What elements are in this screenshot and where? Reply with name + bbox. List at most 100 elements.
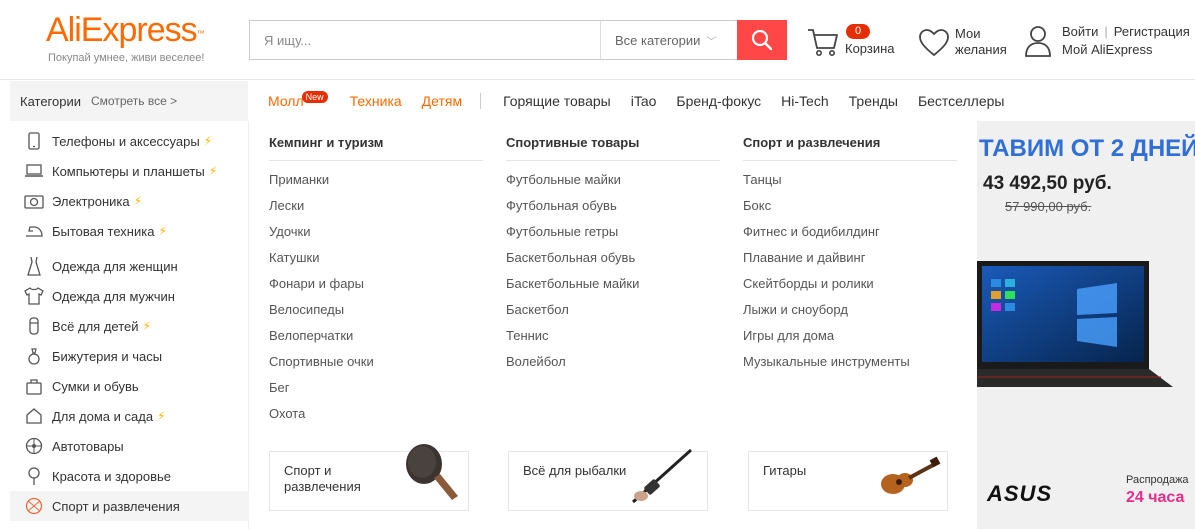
nav-item-kids[interactable]: Детям xyxy=(422,93,462,109)
list-item[interactable]: Лески xyxy=(269,198,304,213)
wishlist[interactable]: Мои желания xyxy=(918,26,1018,62)
list-item[interactable]: Скейтборды и ролики xyxy=(743,276,874,291)
list-item[interactable]: Фонари и фары xyxy=(269,276,364,291)
flash-icon: ⚡ xyxy=(157,409,166,423)
nav-item-itao[interactable]: iTao xyxy=(631,93,657,109)
list-item[interactable]: Музыкальные инструменты xyxy=(743,354,910,369)
basketball-icon xyxy=(24,496,44,516)
login-link[interactable]: Войти xyxy=(1062,24,1098,39)
nav-item-trends[interactable]: Тренды xyxy=(849,93,898,109)
sidebar-item-label: Электроника xyxy=(52,193,130,209)
list-item[interactable]: Бег xyxy=(269,380,290,395)
sidebar-item-kids[interactable]: Всё для детей ⚡ xyxy=(10,311,249,341)
separator: | xyxy=(1104,24,1108,39)
column-title[interactable]: Спорт и развлечения xyxy=(743,135,957,161)
column-title[interactable]: Спортивные товары xyxy=(506,135,720,161)
sidebar-item-label: Компьютеры и планшеты xyxy=(52,163,205,179)
list-item[interactable]: Баскетбольная обувь xyxy=(506,250,635,265)
top-nav: Молл New Техника Детям Горящие товары iTa… xyxy=(268,81,1195,121)
list-item[interactable]: Спортивные очки xyxy=(269,354,374,369)
promo-card-guitars[interactable]: Гитары xyxy=(748,451,948,511)
list-item[interactable]: Футбольные гетры xyxy=(506,224,618,239)
banner-price: 43 492,50 руб. xyxy=(983,173,1112,194)
list-item[interactable]: Игры для дома xyxy=(743,328,834,343)
search-button[interactable] xyxy=(737,20,787,60)
promo-card-fishing[interactable]: Всё для рыбалки xyxy=(508,448,708,511)
user-icon xyxy=(1025,26,1051,57)
ukulele-icon xyxy=(881,456,941,494)
sidebar-item-home-garden[interactable]: Для дома и сада ⚡ xyxy=(10,401,249,431)
flash-icon: ⚡ xyxy=(203,134,213,148)
sidebar-item-computers[interactable]: Компьютеры и планшеты ⚡ xyxy=(10,156,249,186)
sidebar-item-label: Телефоны и аксессуары xyxy=(52,133,200,149)
list-item[interactable]: Удочки xyxy=(269,224,311,239)
nav-item-bestsellers[interactable]: Бестселлеры xyxy=(918,93,1005,109)
promo-label: Спорт и развлечения xyxy=(284,463,361,494)
nav-item-brand-focus[interactable]: Бренд-фокус xyxy=(676,93,761,109)
list-item[interactable]: Теннис xyxy=(506,328,549,343)
category-select[interactable]: Все категории ﹀ xyxy=(600,21,738,59)
list-item[interactable]: Бокс xyxy=(743,198,771,213)
category-dropdown-panel: Кемпинг и туризм Приманки Лески Удочки К… xyxy=(249,121,977,529)
sidebar-item-bags-shoes[interactable]: Сумки и обувь xyxy=(10,371,249,401)
register-link[interactable]: Регистрация xyxy=(1114,24,1190,39)
fishing-rod-icon xyxy=(631,448,693,504)
search-icon xyxy=(751,29,773,51)
nav-item-hi-tech[interactable]: Hi-Tech xyxy=(781,93,828,109)
sidebar-item-sports[interactable]: Спорт и развлечения xyxy=(10,491,249,521)
list-item[interactable]: Велоперчатки xyxy=(269,328,353,343)
categories-title[interactable]: Категории xyxy=(20,94,81,109)
promo-banner[interactable]: ТАВИМ ОТ 2 ДНЕЙ 43 492,50 руб. 57 990,00… xyxy=(977,121,1195,529)
list-item[interactable]: Лыжи и сноуборд xyxy=(743,302,848,317)
list-item[interactable]: Приманки xyxy=(269,172,329,187)
nav-item-tech[interactable]: Техника xyxy=(350,93,402,109)
sidebar-item-label: Одежда для женщин xyxy=(52,258,178,274)
banner-headline: ТАВИМ ОТ 2 ДНЕЙ xyxy=(979,135,1195,162)
ping-pong-paddle-icon xyxy=(406,444,458,500)
sidebar-item-beauty[interactable]: Красота и здоровье xyxy=(10,461,249,491)
list-item[interactable]: Танцы xyxy=(743,172,782,187)
cart-label: Корзина xyxy=(845,41,895,56)
see-all-link[interactable]: Смотреть все > xyxy=(91,94,177,108)
list-item[interactable]: Охота xyxy=(269,406,305,421)
flash-icon: ⚡ xyxy=(208,164,218,178)
list-item[interactable]: Велосипеды xyxy=(269,302,344,317)
sidebar-item-electronics[interactable]: Электроника ⚡ xyxy=(10,186,249,216)
nav-item-hot-deals[interactable]: Горящие товары xyxy=(503,93,611,109)
list-item[interactable]: Фитнес и бодибилдинг xyxy=(743,224,880,239)
sidebar-item-mens-clothing[interactable]: Одежда для мужчин xyxy=(10,281,249,311)
list-item[interactable]: Баскетбол xyxy=(506,302,569,317)
sidebar-item-womens-clothing[interactable]: Одежда для женщин xyxy=(10,251,249,281)
my-aliexpress-link[interactable]: Мой AliExpress xyxy=(1062,42,1153,57)
flash-icon: ⚡ xyxy=(133,194,143,208)
asus-logo: ASUS xyxy=(987,481,1053,506)
list-item[interactable]: Волейбол xyxy=(506,354,566,369)
aliexpress-logo[interactable]: AliExpress™ Покупай умнее, живи веселее! xyxy=(46,12,216,70)
camera-icon xyxy=(24,191,44,211)
list-item[interactable]: Катушки xyxy=(269,250,320,265)
category-sidebar: Телефоны и аксессуары ⚡ Компьютеры и план… xyxy=(10,121,249,529)
list-item[interactable]: Баскетбольные майки xyxy=(506,276,639,291)
sidebar-item-appliances[interactable]: Бытовая техника ⚡ xyxy=(10,216,249,246)
nav-item-mall[interactable]: Молл New xyxy=(268,91,330,109)
sidebar-item-jewelry[interactable]: Бижутерия и часы xyxy=(10,341,249,371)
cart[interactable]: 0 Корзина xyxy=(806,22,906,62)
new-badge: New xyxy=(301,91,328,103)
sale-label: Распродажа xyxy=(1126,474,1189,486)
sidebar-item-label: Сумки и обувь xyxy=(52,378,139,394)
logo-text: AliExpress xyxy=(46,11,198,49)
promo-card-sports[interactable]: Спорт и развлечения xyxy=(269,444,469,511)
sidebar-item-auto[interactable]: Автотовары xyxy=(10,431,249,461)
sidebar-item-label: Всё для детей xyxy=(52,318,139,334)
iron-icon xyxy=(24,221,44,241)
search-input[interactable] xyxy=(250,21,600,59)
categories-header: Категории Смотреть все > xyxy=(10,81,248,121)
sidebar-item-label: Бижутерия и часы xyxy=(52,348,163,364)
list-item[interactable]: Футбольные майки xyxy=(506,172,621,187)
sidebar-item-phones[interactable]: Телефоны и аксессуары ⚡ xyxy=(10,126,249,156)
list-item[interactable]: Футбольная обувь xyxy=(506,198,617,213)
sale-time: 24 часа xyxy=(1126,489,1185,506)
list-item[interactable]: Плавание и дайвинг xyxy=(743,250,865,265)
shirt-icon xyxy=(24,286,44,306)
column-title[interactable]: Кемпинг и туризм xyxy=(269,135,483,161)
